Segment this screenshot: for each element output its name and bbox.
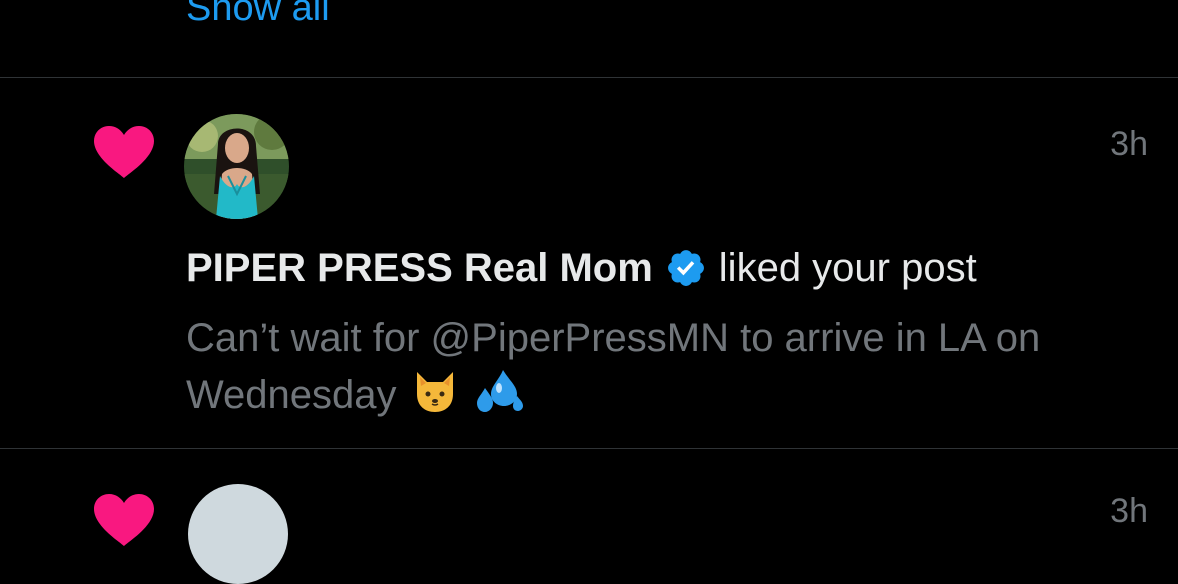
notification-headline: PIPER PRESS Real Mom liked your post: [186, 244, 977, 292]
show-all-link[interactable]: Show all: [186, 0, 330, 28]
post-preview[interactable]: Can’t wait for @PiperPressMN to arrive i…: [186, 310, 1146, 429]
profile-photo: [184, 114, 289, 219]
divider: [0, 448, 1178, 449]
user-display-name[interactable]: PIPER PRESS Real Mom: [186, 244, 653, 292]
timestamp: 3h: [1110, 125, 1148, 163]
avatar[interactable]: [188, 484, 288, 584]
verified-badge-icon: [667, 250, 704, 286]
avatar[interactable]: [184, 114, 289, 219]
timestamp: 3h: [1110, 492, 1148, 530]
sweat-droplets-emoji: [473, 366, 527, 429]
cat-face-emoji: [411, 366, 459, 429]
post-preview-text: Can’t wait for @PiperPressMN to arrive i…: [186, 316, 1041, 417]
notification-action-text: liked your post: [718, 246, 977, 290]
heart-icon: [94, 126, 154, 178]
heart-icon: [94, 494, 154, 546]
